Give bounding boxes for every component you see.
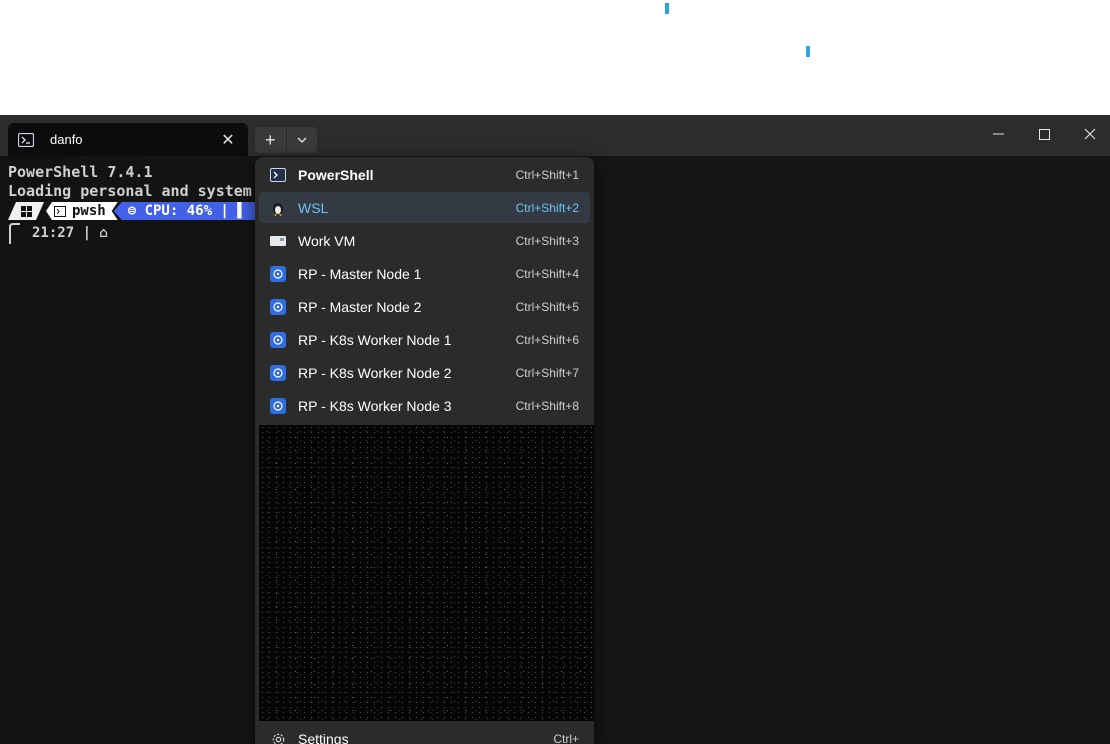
powershell-icon bbox=[270, 167, 286, 183]
prompt-time: 21:27 | ⌂ bbox=[32, 225, 108, 241]
menu-item-label: PowerShell bbox=[298, 166, 374, 183]
menu-item-work-vm[interactable]: Work VM Ctrl+Shift+3 bbox=[259, 225, 590, 256]
minimize-icon[interactable] bbox=[975, 121, 1021, 147]
menu-item-label: Work VM bbox=[298, 232, 356, 249]
menu-item-label: Settings bbox=[298, 731, 349, 744]
terminal-line: PowerShell 7.4.1 bbox=[8, 163, 153, 181]
kubernetes-icon bbox=[270, 331, 286, 348]
powershell-icon bbox=[18, 132, 34, 147]
shell-segment: pwsh bbox=[46, 202, 118, 220]
shell-name: pwsh bbox=[72, 203, 106, 219]
new-tab-button[interactable]: + bbox=[255, 127, 287, 153]
chevron-down-icon[interactable] bbox=[287, 127, 318, 153]
menu-item-shortcut: Ctrl+ bbox=[553, 732, 579, 744]
title-bar: danfo ✕ + bbox=[0, 115, 1110, 156]
powershell-icon bbox=[54, 206, 66, 217]
menu-item-shortcut: Ctrl+Shift+7 bbox=[515, 365, 579, 380]
menu-item-shortcut: Ctrl+Shift+1 bbox=[515, 167, 579, 182]
profile-dropdown-menu: PowerShell Ctrl+Shift+1 WSL Ctrl+Shift+2… bbox=[255, 157, 594, 744]
menu-item-settings[interactable]: Settings Ctrl+ bbox=[259, 729, 590, 744]
new-tab-split-button: + bbox=[255, 127, 317, 153]
menu-item-label: WSL bbox=[298, 199, 329, 216]
windows-icon bbox=[8, 202, 44, 220]
menu-item-rp-k8s-worker-node-3[interactable]: RP - K8s Worker Node 3 Ctrl+Shift+8 bbox=[259, 390, 590, 421]
menu-item-shortcut: Ctrl+Shift+2 bbox=[515, 200, 579, 215]
tab-danfo[interactable]: danfo ✕ bbox=[8, 123, 248, 156]
menu-item-label: RP - K8s Worker Node 1 bbox=[298, 331, 452, 348]
terminal-line: Loading personal and system bbox=[8, 182, 252, 200]
menu-item-label: RP - K8s Worker Node 2 bbox=[298, 364, 452, 381]
menu-item-rp-k8s-worker-node-1[interactable]: RP - K8s Worker Node 1 Ctrl+Shift+6 bbox=[259, 324, 590, 355]
rendering-artifact bbox=[259, 425, 594, 721]
gear-icon bbox=[270, 731, 286, 744]
cursor-mark bbox=[665, 3, 669, 14]
cursor-mark bbox=[806, 46, 810, 57]
prompt-segments: pwsh ⊜ CPU: 46% | ▌ bbox=[8, 202, 256, 220]
cpu-segment: ⊜ CPU: 46% | ▌ bbox=[113, 202, 256, 220]
menu-item-label: RP - Master Node 1 bbox=[298, 265, 422, 282]
menu-item-label: RP - Master Node 2 bbox=[298, 298, 422, 315]
tab-label: danfo bbox=[50, 132, 83, 147]
menu-item-rp-master-node-2[interactable]: RP - Master Node 2 Ctrl+Shift+5 bbox=[259, 291, 590, 322]
close-tab-icon[interactable]: ✕ bbox=[218, 130, 238, 150]
kubernetes-icon bbox=[270, 298, 286, 315]
close-window-icon[interactable] bbox=[1067, 121, 1110, 147]
menu-item-shortcut: Ctrl+Shift+3 bbox=[515, 233, 579, 248]
menu-item-rp-k8s-worker-node-2[interactable]: RP - K8s Worker Node 2 Ctrl+Shift+7 bbox=[259, 357, 590, 388]
maximize-icon[interactable] bbox=[1021, 121, 1067, 147]
menu-item-shortcut: Ctrl+Shift+8 bbox=[515, 398, 579, 413]
menu-item-shortcut: Ctrl+Shift+5 bbox=[515, 299, 579, 314]
kubernetes-icon bbox=[270, 265, 286, 282]
menu-item-shortcut: Ctrl+Shift+4 bbox=[515, 266, 579, 281]
menu-item-rp-master-node-1[interactable]: RP - Master Node 1 Ctrl+Shift+4 bbox=[259, 258, 590, 289]
kubernetes-icon bbox=[270, 397, 286, 414]
menu-item-powershell[interactable]: PowerShell Ctrl+Shift+1 bbox=[259, 159, 590, 190]
menu-item-label: RP - K8s Worker Node 3 bbox=[298, 397, 452, 414]
prompt-bracket-icon bbox=[9, 223, 20, 244]
menu-item-shortcut: Ctrl+Shift+6 bbox=[515, 332, 579, 347]
linux-penguin-icon bbox=[270, 200, 286, 216]
prompt-line-2: 21:27 | ⌂ bbox=[8, 222, 108, 244]
vm-icon bbox=[270, 233, 286, 249]
kubernetes-icon bbox=[270, 364, 286, 381]
menu-item-wsl[interactable]: WSL Ctrl+Shift+2 bbox=[259, 192, 590, 223]
